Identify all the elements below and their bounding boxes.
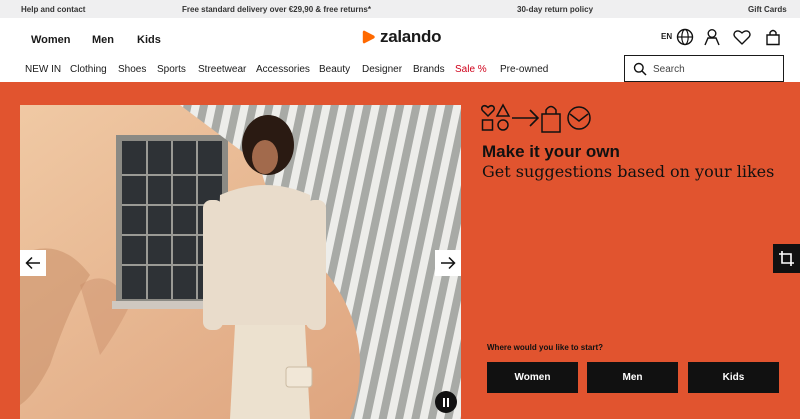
category-designer[interactable]: Designer	[362, 64, 402, 75]
utility-bar: Help and contact Free standard delivery …	[0, 0, 800, 18]
category-brands[interactable]: Brands	[413, 64, 445, 75]
search-box[interactable]	[624, 55, 784, 82]
hero-banner: Make it your own Get suggestions based o…	[0, 82, 800, 419]
arrow-left-icon	[25, 256, 40, 270]
carousel-next-button[interactable]	[435, 250, 461, 276]
promo-subtitle: Get suggestions based on your likes	[482, 162, 775, 181]
nav-kids[interactable]: Kids	[137, 34, 161, 46]
hero-photo-illustration	[20, 105, 461, 419]
triangle-shape	[495, 103, 511, 117]
category-streetwear[interactable]: Streetwear	[198, 64, 246, 75]
bag-shape	[541, 105, 561, 133]
heart-icon[interactable]	[733, 28, 751, 46]
nav-women[interactable]: Women	[31, 34, 71, 46]
nav-men[interactable]: Men	[92, 34, 114, 46]
category-accessories[interactable]: Accessories	[256, 64, 310, 75]
gift-cards-link[interactable]: Gift Cards	[748, 5, 787, 14]
user-icon[interactable]	[703, 28, 721, 46]
shop-kids-button[interactable]: Kids	[688, 362, 779, 393]
logo-text: zalando	[380, 27, 442, 46]
category-beauty[interactable]: Beauty	[319, 64, 350, 75]
return-policy-link[interactable]: 30-day return policy	[517, 5, 593, 14]
promo-title: Make it your own	[482, 142, 620, 161]
language-label[interactable]: EN	[661, 32, 672, 41]
crop-icon	[779, 251, 794, 266]
category-pre-owned[interactable]: Pre-owned	[500, 64, 548, 75]
globe-icon[interactable]	[676, 28, 694, 46]
carousel-prev-button[interactable]	[20, 250, 46, 276]
envelope-circle-shape	[567, 106, 591, 130]
pause-icon	[443, 397, 449, 407]
search-input[interactable]	[653, 60, 778, 78]
start-question: Where would you like to start?	[487, 343, 604, 352]
search-icon[interactable]	[633, 62, 647, 76]
carousel-pause-button[interactable]	[435, 391, 457, 413]
heart-shape	[481, 104, 495, 118]
site-header: Women Men Kids zalando EN NEW IN Clothin…	[0, 18, 800, 82]
hero-photo	[20, 105, 461, 419]
shop-men-button[interactable]: Men	[587, 362, 678, 393]
category-shoes[interactable]: Shoes	[118, 64, 146, 75]
shop-women-button[interactable]: Women	[487, 362, 578, 393]
arrow-right-icon	[441, 256, 456, 270]
category-sports[interactable]: Sports	[157, 64, 186, 75]
category-new-in[interactable]: NEW IN	[25, 64, 61, 75]
delivery-info[interactable]: Free standard delivery over €29,90 & fre…	[182, 5, 371, 14]
zalando-play-icon	[362, 30, 375, 44]
circle-shape	[497, 119, 509, 131]
arrow-shape	[512, 109, 540, 127]
promo-icons-illustration	[481, 103, 591, 133]
square-shape	[481, 119, 494, 131]
bag-icon[interactable]	[764, 28, 782, 46]
category-sale[interactable]: Sale %	[455, 64, 487, 75]
zalando-logo[interactable]: zalando	[362, 27, 441, 47]
side-crop-tab[interactable]	[773, 244, 800, 273]
category-clothing[interactable]: Clothing	[70, 64, 107, 75]
help-contact-link[interactable]: Help and contact	[21, 5, 85, 14]
